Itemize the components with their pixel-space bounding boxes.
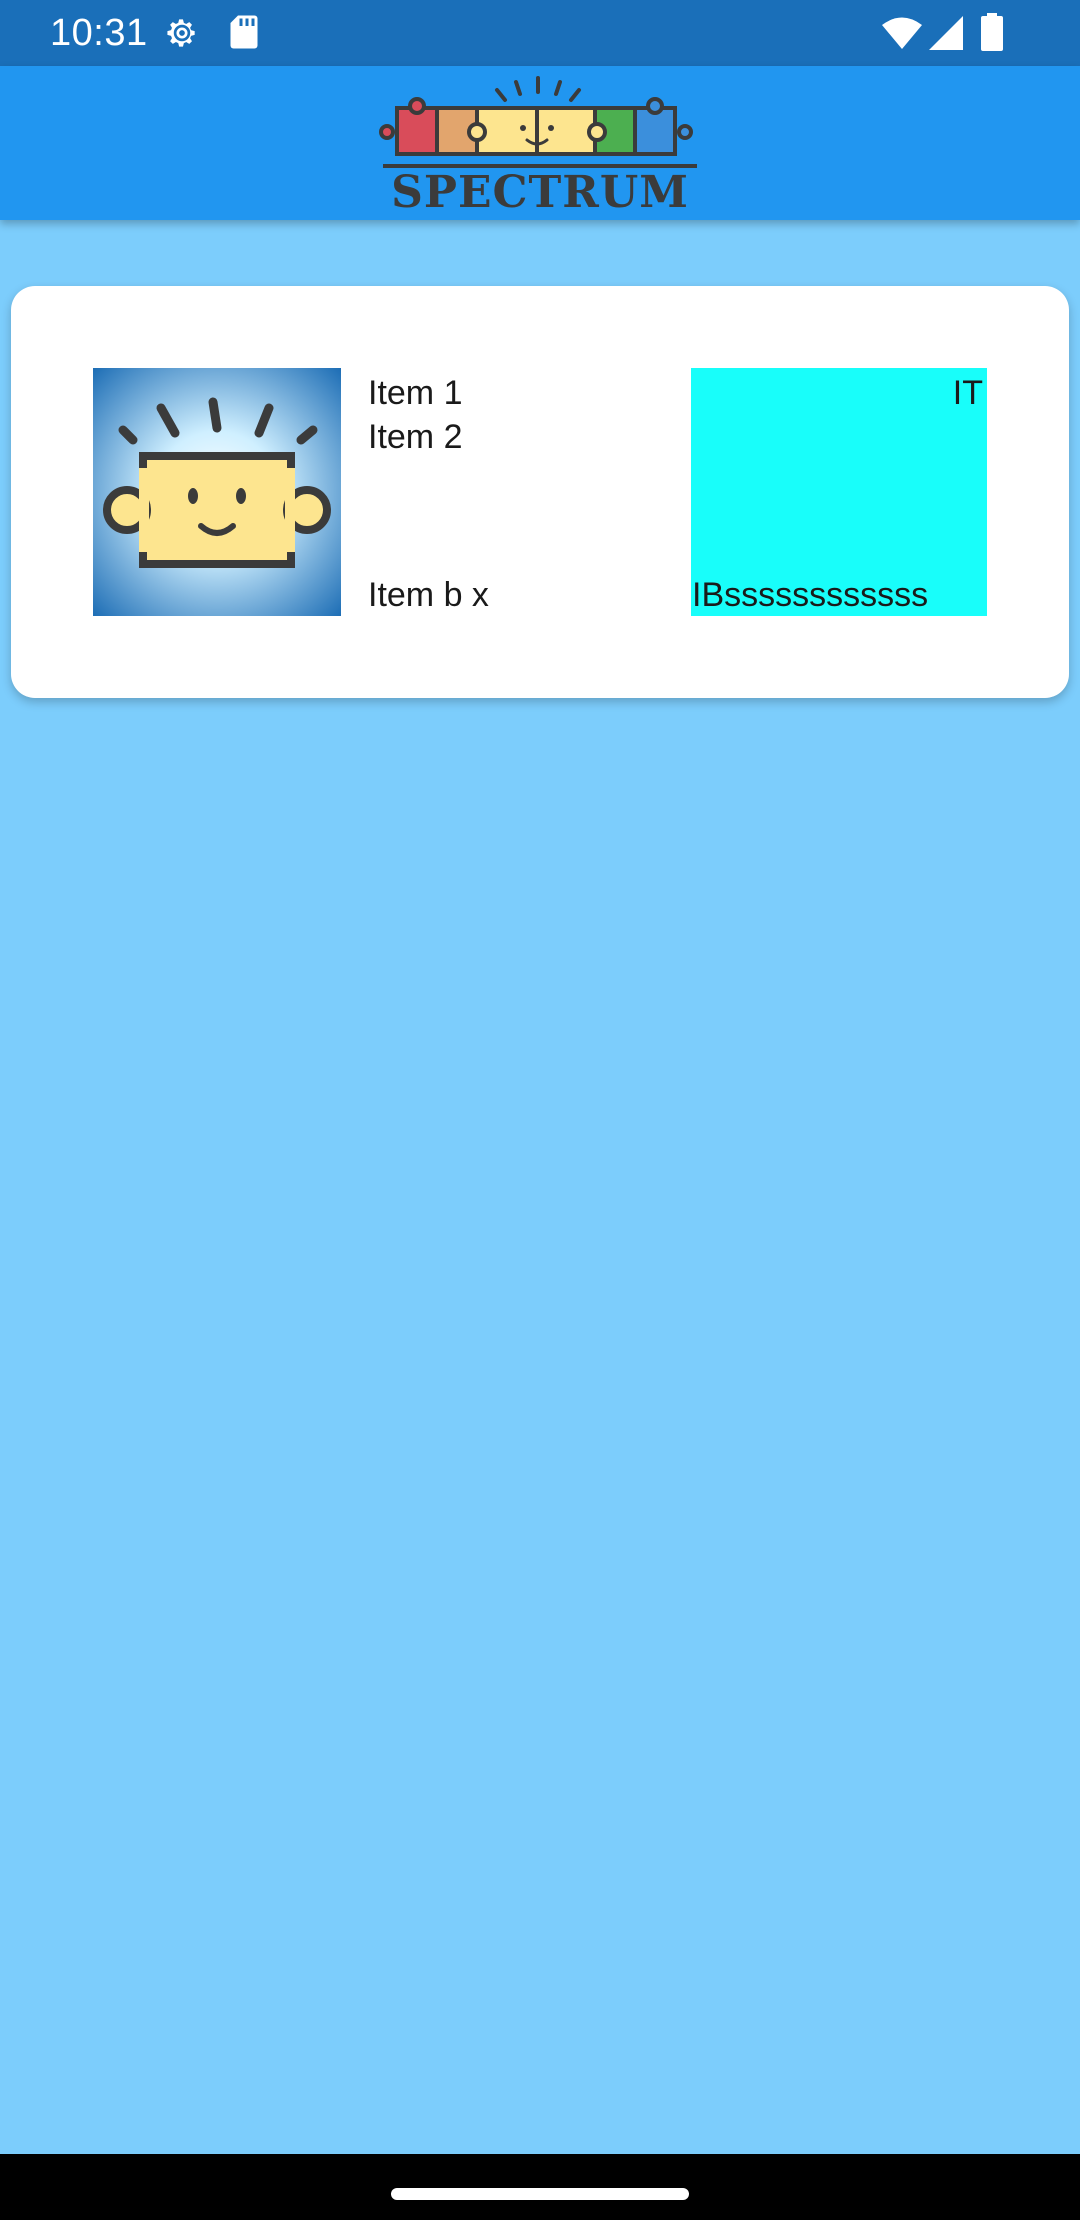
home-gesture-handle[interactable] — [391, 2188, 689, 2200]
spectrum-logo: SPECTRUM — [375, 70, 705, 220]
sdcard-icon — [230, 15, 258, 49]
items-column: Item 1 Item 2 Item b x — [368, 368, 668, 616]
item-card[interactable]: Item 1 Item 2 Item b x IT IBssssssssssss — [11, 286, 1069, 698]
wifi-icon — [882, 17, 922, 49]
status-time: 10:31 — [50, 12, 148, 54]
item-2-text: Item 2 — [368, 418, 463, 456]
status-bar: 10:31 — [0, 0, 1080, 66]
thumbnail-image — [93, 368, 341, 616]
puzzle-logo-icon — [379, 76, 697, 168]
cyan-box-bottom-text: IBssssssssssss — [692, 576, 929, 614]
cyan-box: IT IBssssssssssss — [691, 368, 987, 616]
gear-icon — [167, 19, 195, 47]
battery-icon — [981, 13, 1003, 51]
item-b-text: Item b x — [368, 576, 489, 614]
app-bar: SPECTRUM — [0, 66, 1080, 220]
cyan-box-top-text: IT — [952, 374, 983, 412]
logo-text: SPECTRUM — [391, 167, 689, 218]
signal-icon — [929, 16, 963, 50]
item-1-text: Item 1 — [368, 374, 463, 412]
navigation-bar — [0, 2154, 1080, 2220]
